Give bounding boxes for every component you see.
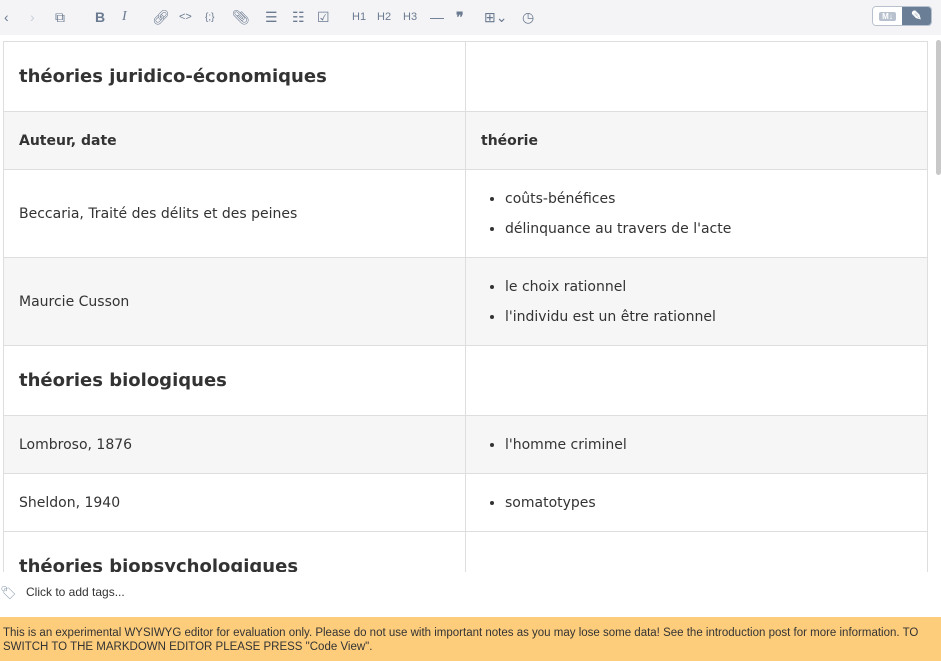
- tag-bar[interactable]: 🏷︎ Click to add tags...: [0, 572, 941, 617]
- tag-icon: 🏷︎: [0, 585, 17, 600]
- theory-cell[interactable]: l'homme criminel: [465, 415, 928, 474]
- wysiwyg-mode-button[interactable]: ✎: [902, 7, 931, 25]
- column-header-theory[interactable]: théorie: [465, 111, 928, 170]
- hr-icon[interactable]: —: [430, 8, 444, 26]
- section-heading[interactable]: théories biologiques: [3, 345, 466, 416]
- list-item: somatotypes: [505, 488, 912, 518]
- link-icon[interactable]: 🔗︎: [152, 8, 170, 26]
- external-link-icon[interactable]: ⧉: [55, 8, 65, 26]
- toolbar: ‹ › ⧉ B I 🔗︎ <> {;} 📎︎ ☰ ☷ ☑ H1 H2 H3 — …: [0, 0, 941, 35]
- table-icon[interactable]: ⊞⌄: [484, 8, 507, 26]
- theory-cell[interactable]: coûts-bénéficesdélinquance au travers de…: [465, 169, 928, 258]
- back-button[interactable]: ‹: [4, 8, 9, 26]
- empty-cell[interactable]: [465, 345, 928, 416]
- author-cell[interactable]: Sheldon, 1940: [3, 473, 466, 532]
- list-item: l'individu est un être rationnel: [505, 302, 912, 332]
- editor-mode-toggle[interactable]: M↓ ✎: [872, 6, 932, 26]
- table-row: Beccaria, Traité des délits et des peine…: [3, 169, 928, 258]
- column-header-author[interactable]: Auteur, date: [3, 111, 466, 170]
- forward-button[interactable]: ›: [30, 8, 35, 26]
- h3-button[interactable]: H3: [403, 8, 417, 26]
- table-row: théories juridico-économiques: [3, 41, 928, 112]
- section-heading[interactable]: théories juridico-économiques: [3, 41, 466, 112]
- editor-area[interactable]: théories juridico-économiques Auteur, da…: [0, 35, 941, 572]
- clock-icon[interactable]: ◷: [522, 8, 534, 26]
- empty-cell[interactable]: [465, 41, 928, 112]
- warning-banner: This is an experimental WYSIWYG editor f…: [0, 617, 941, 661]
- empty-cell[interactable]: [465, 531, 928, 572]
- table-row: Lombroso, 1876 l'homme criminel: [3, 415, 928, 474]
- markdown-mode-button[interactable]: M↓: [873, 7, 902, 25]
- list-item: le choix rationnel: [505, 272, 912, 302]
- author-cell[interactable]: Beccaria, Traité des délits et des peine…: [3, 169, 466, 258]
- theory-cell[interactable]: le choix rationnell'individu est un être…: [465, 257, 928, 346]
- attachment-icon[interactable]: 📎︎: [232, 8, 250, 26]
- ordered-list-icon[interactable]: ☰: [265, 8, 278, 26]
- code-block-icon[interactable]: {;}: [205, 8, 214, 26]
- table-row: Sheldon, 1940 somatotypes: [3, 473, 928, 532]
- author-cell[interactable]: Lombroso, 1876: [3, 415, 466, 474]
- quote-icon[interactable]: ❞: [456, 8, 464, 26]
- theory-cell[interactable]: somatotypes: [465, 473, 928, 532]
- italic-button[interactable]: I: [122, 8, 127, 26]
- scrollbar[interactable]: [936, 40, 941, 175]
- list-item: coûts-bénéfices: [505, 184, 912, 214]
- table-row: théories biopsychologiques: [3, 531, 928, 572]
- section-heading[interactable]: théories biopsychologiques: [3, 531, 466, 572]
- list-item: délinquance au travers de l'acte: [505, 214, 912, 244]
- list-item: l'homme criminel: [505, 430, 912, 460]
- h2-button[interactable]: H2: [377, 8, 391, 26]
- author-cell[interactable]: Maurcie Cusson: [3, 257, 466, 346]
- add-tags-input[interactable]: Click to add tags...: [26, 585, 125, 599]
- h1-button[interactable]: H1: [352, 8, 366, 26]
- table-row: Maurcie Cussonle choix rationnell'indivi…: [3, 257, 928, 346]
- code-icon[interactable]: <>: [179, 8, 192, 26]
- table-row: théories biologiques: [3, 345, 928, 416]
- notes-table[interactable]: théories juridico-économiques Auteur, da…: [3, 41, 928, 572]
- bold-button[interactable]: B: [95, 8, 105, 26]
- header-row: Auteur, date théorie: [3, 111, 928, 170]
- checklist-icon[interactable]: ☑: [317, 8, 330, 26]
- bullet-list-icon[interactable]: ☷: [292, 8, 305, 26]
